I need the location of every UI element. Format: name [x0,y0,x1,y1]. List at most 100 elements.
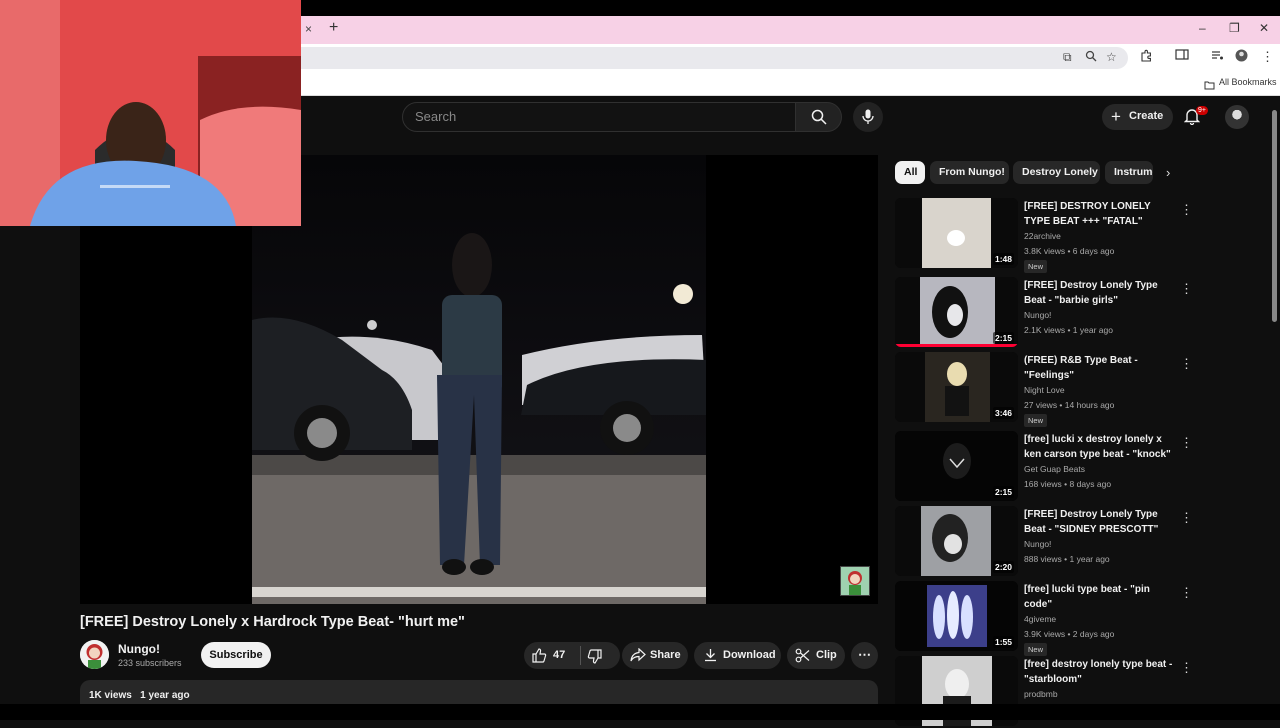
recommendation-title[interactable]: [free] lucki x destroy lonely x ken cars… [1024,432,1174,462]
more-horiz-icon: ⋯ [858,647,871,662]
subscribe-button[interactable]: Subscribe [201,642,271,668]
recommendation-meta: 27 views • 14 hours ago [1024,400,1115,410]
plus-icon: + [1111,107,1121,126]
side-panel-icon[interactable] [1175,49,1189,64]
like-count: 47 [553,649,566,661]
recommendation-item[interactable]: 3:46 (FREE) R&B Type Beat - "Feelings" Nig… [895,352,1193,427]
chip-all[interactable]: All [895,161,925,184]
view-stats: 1K views 1 year ago [89,690,190,701]
recommendation-channel[interactable]: prodbmb [1024,689,1058,699]
search-icon [811,109,827,125]
mic-icon [862,109,874,124]
account-avatar[interactable] [1225,105,1249,129]
new-badge: New [1024,260,1048,273]
window-minimize-button[interactable]: – [1199,21,1206,35]
duration-badge: 1:55 [992,636,1014,648]
all-bookmarks-link[interactable]: All Bookmarks [1219,77,1277,87]
download-label: Download [723,649,776,661]
notification-count-badge: 9+ [1196,106,1208,115]
thumbs-up-icon [532,648,547,663]
more-vert-icon[interactable]: ⋮ [1180,356,1193,372]
extensions-icon[interactable] [1140,49,1153,65]
recommendation-meta: 3.8K views • 6 days ago [1024,246,1115,256]
duration-badge: 1:48 [992,253,1014,265]
video-frame-image [252,155,706,604]
recommendation-channel[interactable]: Nungo! [1024,539,1051,549]
recommendation-channel[interactable]: Night Love [1024,385,1065,395]
more-vert-icon[interactable]: ⋮ [1180,510,1193,526]
more-vert-icon[interactable]: ⋮ [1180,281,1193,297]
recommendation-item[interactable]: 1:48 [FREE] DESTROY LONELY TYPE BEAT +++ … [895,198,1193,273]
clip-button[interactable]: Clip [787,642,845,669]
download-button[interactable]: Download [694,642,781,669]
create-button[interactable]: + Create [1102,104,1173,130]
duration-badge: 3:46 [992,407,1014,419]
new-tab-button[interactable]: + [329,19,338,37]
download-icon [704,648,717,665]
recommendation-item[interactable]: 1:55 [free] lucki type beat - "pin code" 4… [895,581,1193,656]
recommendation-thumbnail[interactable]: 1:48 [895,198,1018,268]
browser-menu-icon[interactable]: ⋮ [1261,49,1274,65]
recommendation-meta: 2.1K views • 1 year ago [1024,325,1113,335]
duration-badge: 2:15 [992,486,1014,498]
search-input[interactable]: Search [402,102,796,132]
bookmark-star-icon[interactable]: ☆ [1106,50,1117,64]
media-controls-icon[interactable] [1211,49,1224,64]
voice-search-button[interactable] [853,102,883,132]
share-button[interactable]: Share [622,642,688,669]
recommendation-thumbnail[interactable]: 2:15 [895,431,1018,501]
chip-from-nungo[interactable]: From Nungo! [930,161,1009,184]
more-vert-icon[interactable]: ⋮ [1180,660,1193,676]
more-vert-icon[interactable]: ⋮ [1180,435,1193,451]
share-icon [630,647,646,665]
page-scrollbar[interactable] [1272,110,1277,322]
recommendation-title[interactable]: [FREE] Destroy Lonely Type Beat - "SIDNE… [1024,507,1174,537]
webcam-overlay [0,0,301,226]
tab-close-button[interactable]: × [305,22,312,36]
new-badge: New [1024,643,1048,656]
chip-scroll-right-icon[interactable]: › [1166,165,1170,180]
recommendation-title[interactable]: [FREE] DESTROY LONELY TYPE BEAT +++ "FAT… [1024,199,1174,229]
video-title: [FREE] Destroy Lonely x Hardrock Type Be… [80,614,465,630]
window-restore-button[interactable]: ❐ [1229,21,1240,35]
recommendation-title[interactable]: [free] destroy lonely type beat - "starb… [1024,657,1174,687]
like-button[interactable] [532,648,547,666]
screen-bottom-strip [0,704,1280,720]
recommendation-channel[interactable]: 4giveme [1024,614,1056,624]
more-vert-icon[interactable]: ⋮ [1180,202,1193,218]
recommendation-channel[interactable]: 22archive [1024,231,1061,241]
recommendation-meta: 3.9K views • 2 days ago [1024,629,1115,639]
window-close-button[interactable]: ✕ [1259,21,1269,35]
chip-destroy-lonely[interactable]: Destroy Lonely [1013,161,1100,184]
recommendation-title[interactable]: [FREE] Destroy Lonely Type Beat - "barbi… [1024,278,1174,308]
recommendation-meta: 168 views • 8 days ago [1024,479,1112,489]
recommendation-title[interactable]: (FREE) R&B Type Beat - "Feelings" [1024,353,1174,383]
thumbs-down-icon [587,649,602,664]
recommendation-title[interactable]: [free] lucki type beat - "pin code" [1024,582,1174,612]
recommendation-thumbnail[interactable]: 1:55 [895,581,1018,651]
more-vert-icon[interactable]: ⋮ [1180,585,1193,601]
search-button[interactable] [795,102,842,132]
recommendation-channel[interactable]: Nungo! [1024,310,1051,320]
scissors-icon [795,648,810,666]
recommendation-item[interactable]: 2:15 [FREE] Destroy Lonely Type Beat - "b… [895,277,1193,349]
recommendation-item[interactable]: 2:15 [free] lucki x destroy lonely x ken … [895,431,1193,503]
dislike-button[interactable] [587,649,602,667]
address-bar[interactable] [300,47,1128,69]
profile-avatar-icon[interactable] [1235,49,1248,65]
install-app-icon[interactable]: ⧉ [1063,50,1072,65]
recommendation-item[interactable]: 2:20 [FREE] Destroy Lonely Type Beat - "S… [895,506,1193,578]
recommendation-thumbnail[interactable]: 3:46 [895,352,1018,422]
channel-avatar[interactable] [80,640,109,669]
recommendation-thumbnail[interactable]: 2:20 [895,506,1018,576]
recommendation-channel[interactable]: Get Guap Beats [1024,464,1085,474]
channel-name-link[interactable]: Nungo! [118,642,160,656]
zoom-icon[interactable] [1085,50,1097,65]
folder-icon [1204,77,1215,95]
subscriber-count: 233 subscribers [118,658,182,668]
channel-watermark[interactable] [840,566,870,596]
chip-instrumentals[interactable]: Instrumentals [1105,161,1153,184]
more-actions-button[interactable]: ⋯ [851,642,878,669]
view-count: 1K views [89,690,132,701]
recommendation-thumbnail[interactable]: 2:15 [895,277,1018,347]
